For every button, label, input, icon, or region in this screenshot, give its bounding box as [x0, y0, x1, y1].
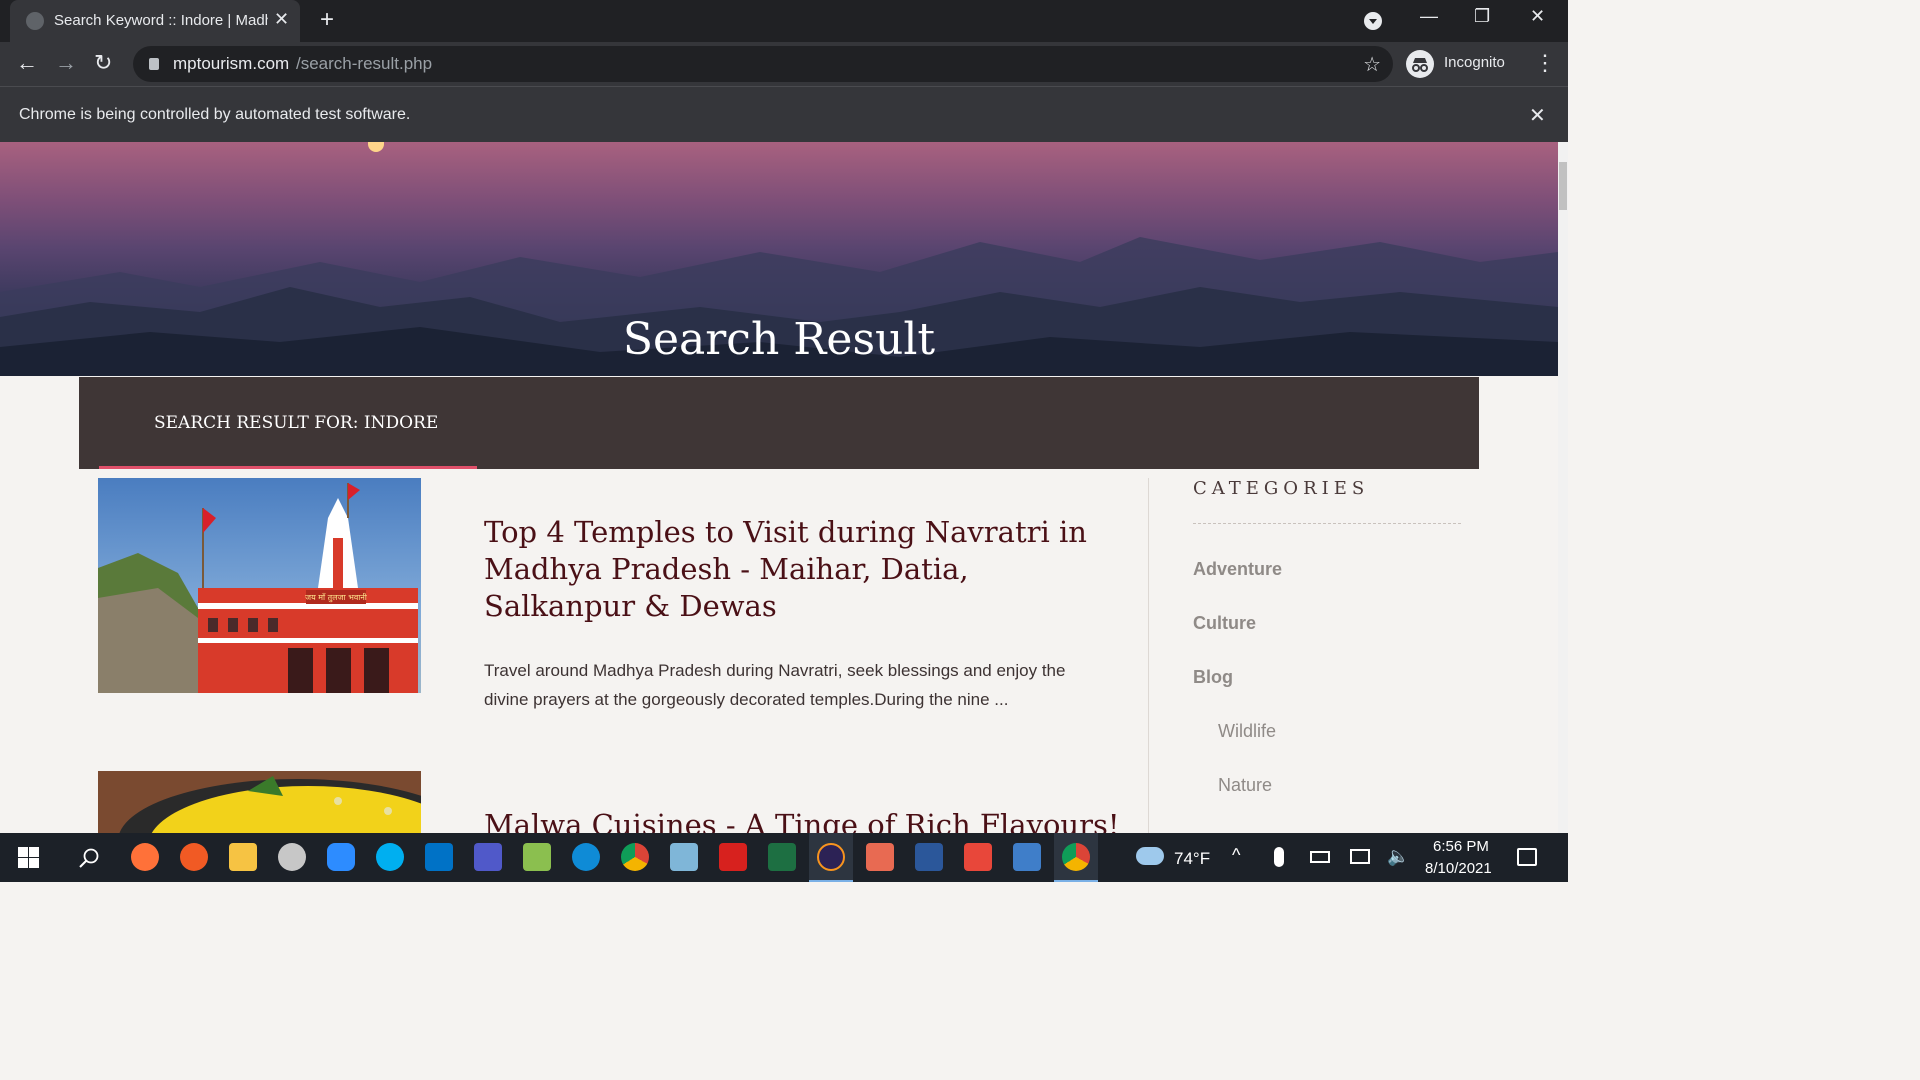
- weather-temp[interactable]: 74°F: [1174, 849, 1210, 869]
- browser-menu-icon[interactable]: ⋮: [1534, 50, 1556, 76]
- chrome-icon[interactable]: [621, 843, 649, 871]
- browser-toolbar: ← → ↻ mptourism.com /search-result.php ☆…: [0, 42, 1568, 86]
- page-title: Search Result: [622, 314, 936, 365]
- infobar-message: Chrome is being controlled by automated …: [19, 106, 411, 123]
- poha-photo: [98, 771, 421, 833]
- scrollbar-thumb[interactable]: [1559, 162, 1567, 210]
- minimize-icon[interactable]: —: [1420, 6, 1438, 27]
- categories-heading: CATEGORIES: [1193, 478, 1370, 499]
- microphone-icon[interactable]: [1274, 847, 1284, 867]
- search-result-heading: SEARCH RESULT FOR: INDORE: [154, 413, 439, 433]
- search-icon[interactable]: [78, 847, 100, 869]
- acrobat-icon[interactable]: [719, 843, 747, 871]
- tab-close-icon[interactable]: ✕: [274, 9, 289, 30]
- browser-tab[interactable]: Search Keyword :: Indore | Madhy ✕: [10, 0, 300, 42]
- forward-arrow-icon[interactable]: →: [55, 50, 77, 76]
- page-content: Search Result SEARCH RESULT FOR: INDORE …: [0, 142, 1558, 833]
- new-tab-icon[interactable]: +: [320, 6, 334, 34]
- category-nature[interactable]: Nature: [1218, 775, 1272, 796]
- chrome-active-icon[interactable]: [1062, 843, 1090, 871]
- notification-icon[interactable]: [1517, 848, 1537, 866]
- weather-cloud-icon[interactable]: [1136, 847, 1164, 865]
- clock-time[interactable]: 6:56 PM: [1433, 838, 1489, 855]
- clock-date[interactable]: 8/10/2021: [1425, 860, 1492, 877]
- temple-sign: जय माँ तुलजा भवानी: [305, 592, 368, 603]
- firefox-icon[interactable]: [131, 843, 159, 871]
- category-culture[interactable]: Culture: [1193, 613, 1256, 634]
- reload-icon[interactable]: ↻: [94, 50, 112, 76]
- tab-search-icon[interactable]: [1364, 12, 1382, 30]
- network-icon[interactable]: [1350, 849, 1370, 864]
- page-scrollbar[interactable]: [1558, 142, 1568, 833]
- incognito-icon: [1406, 50, 1434, 78]
- search-result-band: SEARCH RESULT FOR: INDORE: [79, 377, 1479, 469]
- paint-icon[interactable]: [278, 843, 306, 871]
- file-explorer-icon[interactable]: [229, 843, 257, 871]
- outlook-icon[interactable]: [425, 843, 453, 871]
- url-path: /search-result.php: [296, 54, 433, 73]
- zoom-icon[interactable]: [327, 843, 355, 871]
- infobar-close-icon[interactable]: ✕: [1529, 103, 1546, 128]
- post-thumbnail[interactable]: जय माँ तुलजा भवानी: [98, 478, 421, 693]
- profile-label: Incognito: [1444, 54, 1505, 71]
- windows-taskbar: 74°F ^ 🔈 6:56 PM 8/10/2021: [0, 833, 1568, 882]
- notepad-icon[interactable]: [523, 843, 551, 871]
- automation-infobar: Chrome is being controlled by automated …: [0, 86, 1568, 142]
- windows-start-icon[interactable]: [18, 847, 39, 868]
- post-thumbnail[interactable]: [98, 771, 421, 833]
- globe-icon: [26, 12, 44, 30]
- temple-illustration: जय माँ तुलजा भवानी: [98, 483, 418, 693]
- bookmark-star-icon[interactable]: ☆: [1363, 52, 1381, 77]
- chevron-up-icon[interactable]: ^: [1232, 845, 1240, 866]
- battery-icon[interactable]: [1310, 851, 1330, 863]
- snagit-editor-icon[interactable]: [1013, 843, 1041, 871]
- restore-icon[interactable]: ❐: [1474, 6, 1490, 27]
- volume-icon[interactable]: 🔈: [1387, 846, 1409, 867]
- post-title-link[interactable]: Top 4 Temples to Visit during Navratri i…: [484, 514, 1094, 625]
- editor-icon[interactable]: [670, 843, 698, 871]
- category-wildlife[interactable]: Wildlife: [1218, 721, 1276, 742]
- window-close-icon[interactable]: ✕: [1530, 6, 1545, 27]
- url-host: mptourism.com: [173, 54, 290, 73]
- categories-divider: [1193, 523, 1461, 524]
- excel-icon[interactable]: [768, 843, 796, 871]
- teams-icon[interactable]: [474, 843, 502, 871]
- category-adventure[interactable]: Adventure: [1193, 559, 1282, 580]
- browser-tab-strip: Search Keyword :: Indore | Madhy ✕ + — ❐…: [0, 0, 1568, 42]
- skype-icon[interactable]: [376, 843, 404, 871]
- pen-tool-icon[interactable]: [180, 843, 208, 871]
- word-icon[interactable]: [915, 843, 943, 871]
- box-icon[interactable]: [866, 843, 894, 871]
- post-title-link[interactable]: Malwa Cuisines - A Tinge of Rich Flavour…: [484, 807, 1120, 833]
- edge-icon[interactable]: [572, 843, 600, 871]
- lock-icon[interactable]: [149, 58, 159, 70]
- snagit-icon[interactable]: [964, 843, 992, 871]
- tab-title: Search Keyword :: Indore | Madhy: [54, 12, 268, 29]
- category-blog[interactable]: Blog: [1193, 667, 1233, 688]
- band-accent-line: [99, 466, 477, 469]
- address-bar[interactable]: mptourism.com /search-result.php ☆: [133, 46, 1393, 82]
- hero-banner: Search Result: [0, 142, 1558, 376]
- post-excerpt: Travel around Madhya Pradesh during Navr…: [484, 661, 1066, 709]
- back-arrow-icon[interactable]: ←: [16, 50, 38, 76]
- sidebar-divider: [1148, 478, 1149, 833]
- eclipse-icon[interactable]: [817, 843, 845, 871]
